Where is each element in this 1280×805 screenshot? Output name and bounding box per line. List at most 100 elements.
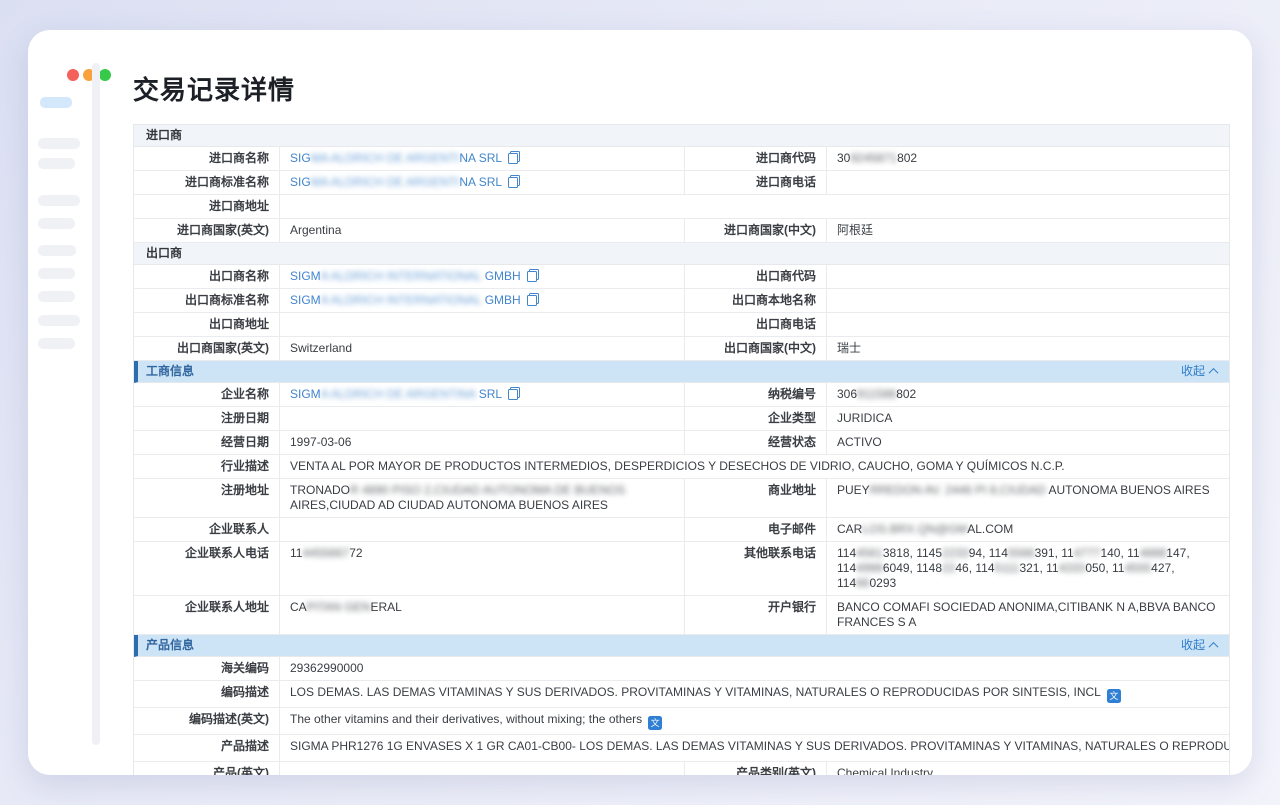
field-value: 瑞士 [826,337,1229,360]
field-label: 进口商标准名称 [134,171,279,194]
field-value: Chemical Industry [826,762,1229,775]
detail-table: 进口商进口商名称SIGMA ALDRICH DE ARGENTINA SRL进口… [133,124,1230,775]
field-value: Switzerland [279,337,684,360]
section-title: 工商信息 [146,364,194,379]
table-row: 注册地址TRONADOR 4890 PISO 2,CIUDAD AUTONOMA… [134,479,1229,518]
field-value [279,407,684,430]
table-row: 进口商标准名称SIGMA ALDRICH DE ARGENTINA SRL进口商… [134,171,1229,195]
table-row: 编码描述LOS DEMAS. LAS DEMAS VITAMINAS Y SUS… [134,681,1229,708]
page-title: 交易记录详情 [133,70,1230,107]
field-label: 编码描述(英文) [134,708,279,734]
field-label: 出口商代码 [684,265,826,288]
field-label: 进口商国家(中文) [684,219,826,242]
field-value: TRONADOR 4890 PISO 2,CIUDAD AUTONOMA DE … [279,479,684,517]
table-row: 经营日期1997-03-06经营状态ACTIVO [134,431,1229,455]
main-content: 交易记录详情 进口商进口商名称SIGMA ALDRICH DE ARGENTIN… [133,30,1230,775]
field-label: 注册日期 [134,407,279,430]
sidebar-skeleton-bar [38,138,80,149]
field-value: 11445566772 [279,542,684,595]
chevron-up-icon [1209,642,1219,652]
translate-icon[interactable]: 文 [1107,689,1121,703]
field-label: 进口商名称 [134,147,279,170]
section-header-exporter: 出口商 [134,243,1229,265]
field-value [826,289,1229,312]
field-value: 309245871802 [826,147,1229,170]
field-value [279,313,684,336]
section-title: 进口商 [146,128,182,143]
company-link[interactable]: SIGMA ALDRICH DE ARGENTINA SRL [279,383,684,406]
sidebar-skeleton-bar [38,245,76,256]
company-link[interactable]: SIGMA ALDRICH INTERNATIONAL GMBH [279,265,684,288]
table-row: 出口商名称SIGMA ALDRICH INTERNATIONAL GMBH出口商… [134,265,1229,289]
field-label: 出口商名称 [134,265,279,288]
sidebar-skeleton-bar [38,338,75,349]
collapse-label: 收起 [1181,638,1205,653]
sidebar-active-item[interactable] [40,97,72,108]
field-label: 商业地址 [684,479,826,517]
field-label: 电子邮件 [684,518,826,541]
company-link[interactable]: SIGMA ALDRICH DE ARGENTINA SRL [279,171,684,194]
sidebar-skeleton-bar [38,158,75,169]
app-window: 交易记录详情 进口商进口商名称SIGMA ALDRICH DE ARGENTIN… [28,30,1252,775]
chevron-up-icon [1209,368,1219,378]
field-label: 开户银行 [684,596,826,634]
sidebar [28,30,120,775]
field-label: 产品(英文) [134,762,279,775]
field-value: 306911588802 [826,383,1229,406]
field-label: 出口商标准名称 [134,289,279,312]
field-value [826,171,1229,194]
field-label: 企业名称 [134,383,279,406]
table-row: 企业联系人电子邮件CARLOS.BRX.QN@GMAL.COM [134,518,1229,542]
copy-icon[interactable] [527,293,539,306]
section-header-importer: 进口商 [134,125,1229,147]
translate-icon[interactable]: 文 [648,716,662,730]
field-label: 产品类别(英文) [684,762,826,775]
sidebar-skeleton-bar [38,315,80,326]
field-label: 经营日期 [134,431,279,454]
sidebar-skeleton-bar [38,195,80,206]
copy-icon[interactable] [508,175,520,188]
field-value [826,265,1229,288]
table-row: 进口商地址 [134,195,1229,219]
field-label: 出口商地址 [134,313,279,336]
table-row: 企业名称SIGMA ALDRICH DE ARGENTINA SRL纳税编号30… [134,383,1229,407]
collapse-toggle[interactable]: 收起 [1181,364,1217,379]
field-value: ACTIVO [826,431,1229,454]
table-row: 进口商名称SIGMA ALDRICH DE ARGENTINA SRL进口商代码… [134,147,1229,171]
table-row: 海关编码29362990000 [134,657,1229,681]
copy-icon[interactable] [508,387,520,400]
field-value: 11445613818, 1145223394, 1145566391, 114… [826,542,1229,595]
sidebar-skeleton-bar [38,268,75,279]
collapse-toggle[interactable]: 收起 [1181,638,1217,653]
section-title: 产品信息 [146,638,194,653]
field-value [279,195,1229,218]
field-label: 经营状态 [684,431,826,454]
section-header-product: 产品信息 收起 [134,635,1229,657]
field-label: 纳税编号 [684,383,826,406]
field-value: SIGMA PHR1276 1G ENVASES X 1 GR CA01-CB0… [279,735,1229,761]
field-value [826,313,1229,336]
field-label: 进口商代码 [684,147,826,170]
field-label: 出口商电话 [684,313,826,336]
field-label: 产品描述 [134,735,279,761]
table-row: 进口商国家(英文)Argentina进口商国家(中文)阿根廷 [134,219,1229,243]
field-label: 出口商国家(英文) [134,337,279,360]
field-value [279,762,684,775]
table-row: 出口商地址 出口商电话 [134,313,1229,337]
field-value: BANCO COMAFI SOCIEDAD ANONIMA,CITIBANK N… [826,596,1229,634]
table-row: 产品(英文) 产品类别(英文)Chemical Industry [134,762,1229,775]
copy-icon[interactable] [527,269,539,282]
field-label: 企业联系人地址 [134,596,279,634]
field-value: CARLOS.BRX.QN@GMAL.COM [826,518,1229,541]
company-link[interactable]: SIGMA ALDRICH DE ARGENTINA SRL [279,147,684,170]
table-row: 企业联系人电话11445566772其他联系电话11445613818, 114… [134,542,1229,596]
field-value: CAPITAN GENERAL [279,596,684,634]
copy-icon[interactable] [508,151,520,164]
field-value: LOS DEMAS. LAS DEMAS VITAMINAS Y SUS DER… [279,681,1229,707]
sidebar-skeleton-bar [38,291,75,302]
field-label: 海关编码 [134,657,279,680]
field-value: The other vitamins and their derivatives… [279,708,1229,734]
field-label: 注册地址 [134,479,279,517]
company-link[interactable]: SIGMA ALDRICH INTERNATIONAL GMBH [279,289,684,312]
table-row: 出口商标准名称SIGMA ALDRICH INTERNATIONAL GMBH出… [134,289,1229,313]
